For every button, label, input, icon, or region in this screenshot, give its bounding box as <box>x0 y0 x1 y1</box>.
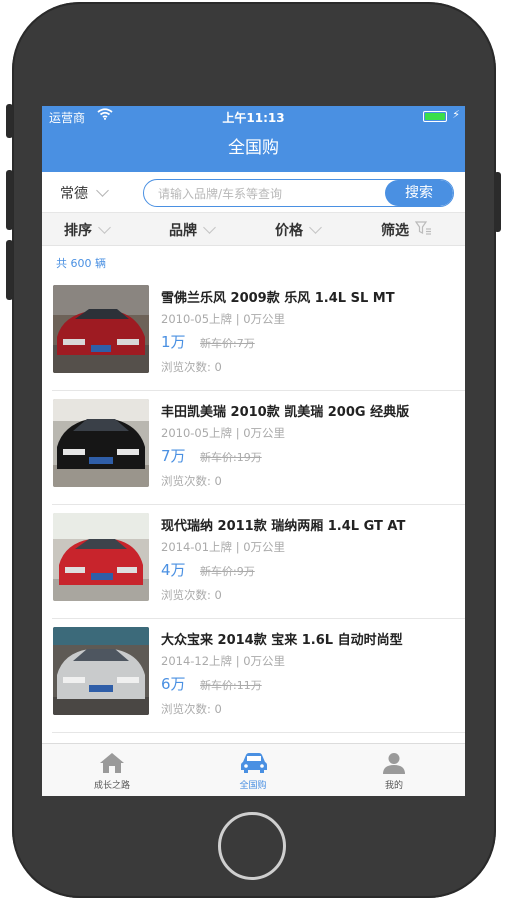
nav-bar: 全国购 <box>42 126 465 172</box>
tab-growth-path[interactable]: 成长之路 <box>42 744 182 796</box>
listing-title: 现代瑞纳 2011款 瑞纳两厢 1.4L GT AT <box>161 519 406 534</box>
volume-down-button <box>6 240 13 300</box>
chevron-down-icon <box>203 221 216 234</box>
mute-switch <box>6 104 13 138</box>
home-icon <box>100 753 124 773</box>
listing-price: 6万 <box>161 675 186 693</box>
listing-views: 浏览次数: 0 <box>161 588 222 602</box>
tab-mine[interactable]: 我的 <box>324 744 464 796</box>
charging-bolt-icon: ⚡ <box>452 108 460 121</box>
page-title: 全国购 <box>228 138 279 158</box>
filter-more-label: 筛选 <box>381 223 409 239</box>
car-photo <box>53 285 149 373</box>
listing-title: 雪佛兰乐风 2009款 乐风 1.4L SL MT <box>161 291 395 306</box>
battery-icon <box>423 111 447 122</box>
tab-bar: 成长之路 全国购 我的 <box>42 743 465 796</box>
listing-price: 7万 <box>161 447 186 465</box>
listing-meta: 2010-05上牌 | 0万公里 <box>161 312 286 326</box>
listing-price: 1万 <box>161 333 186 351</box>
city-selector[interactable]: 常德 <box>60 183 109 203</box>
listing-list: 雪佛兰乐风 2009款 乐风 1.4L SL MT 2010-05上牌 | 0万… <box>42 277 465 733</box>
filter-price[interactable]: 价格 <box>275 220 322 240</box>
list-item[interactable]: 雪佛兰乐风 2009款 乐风 1.4L SL MT 2010-05上牌 | 0万… <box>42 277 465 391</box>
tab-label: 全国购 <box>239 781 267 791</box>
filter-price-label: 价格 <box>275 223 303 239</box>
list-item[interactable]: 大众宝来 2014款 宝来 1.6L 自动时尚型 2014-12上牌 | 0万公… <box>42 619 465 733</box>
filter-brand[interactable]: 品牌 <box>169 220 216 240</box>
power-button <box>494 172 501 232</box>
listing-new-price: 新车价:19万 <box>200 451 262 464</box>
search-box: 搜索 <box>143 179 454 207</box>
filter-bar: 排序 品牌 价格 筛选 <box>42 213 465 246</box>
listing-title: 大众宝来 2014款 宝来 1.6L 自动时尚型 <box>161 633 403 648</box>
divider <box>52 732 465 733</box>
person-icon <box>383 753 405 774</box>
filter-more[interactable]: 筛选 <box>381 220 432 240</box>
car-photo <box>53 513 149 601</box>
filter-brand-label: 品牌 <box>169 223 197 239</box>
list-item[interactable]: 丰田凯美瑞 2010款 凯美瑞 200G 经典版 2010-05上牌 | 0万公… <box>42 391 465 505</box>
tab-label: 成长之路 <box>93 781 130 791</box>
tab-nationwide-buy[interactable]: 全国购 <box>183 744 323 796</box>
listing-new-price: 新车价:7万 <box>200 337 255 350</box>
tab-label: 我的 <box>384 781 403 791</box>
listing-title: 丰田凯美瑞 2010款 凯美瑞 200G 经典版 <box>161 405 410 420</box>
status-time: 上午11:13 <box>222 111 285 125</box>
chevron-down-icon <box>309 221 322 234</box>
city-label: 常德 <box>60 186 88 202</box>
listing-meta: 2010-05上牌 | 0万公里 <box>161 426 286 440</box>
search-input[interactable] <box>144 180 400 206</box>
status-bar: 运营商 上午11:13 ⚡ <box>42 106 465 126</box>
listing-new-price: 新车价:9万 <box>200 565 255 578</box>
listing-views: 浏览次数: 0 <box>161 360 222 374</box>
listing-new-price: 新车价:11万 <box>200 679 262 692</box>
volume-up-button <box>6 170 13 230</box>
listing-views: 浏览次数: 0 <box>161 474 222 488</box>
listing-meta: 2014-01上牌 | 0万公里 <box>161 540 286 554</box>
listing-meta: 2014-12上牌 | 0万公里 <box>161 654 286 668</box>
car-photo <box>53 399 149 487</box>
list-item[interactable]: 现代瑞纳 2011款 瑞纳两厢 1.4L GT AT 2014-01上牌 | 0… <box>42 505 465 619</box>
car-photo <box>53 627 149 715</box>
funnel-icon <box>414 221 432 239</box>
filter-sort-label: 排序 <box>64 223 92 239</box>
car-icon <box>241 753 267 773</box>
search-row: 常德 搜索 <box>42 172 465 213</box>
listing-views: 浏览次数: 0 <box>161 702 222 716</box>
home-button[interactable] <box>218 812 286 880</box>
chevron-down-icon <box>98 221 111 234</box>
app-screen: 运营商 上午11:13 ⚡ 全国购 常德 搜索 排序 品牌 <box>42 106 465 796</box>
result-count: 共 600 辆 <box>56 257 106 270</box>
search-button[interactable]: 搜索 <box>385 180 453 206</box>
chevron-down-icon <box>96 184 109 197</box>
filter-sort[interactable]: 排序 <box>64 220 111 240</box>
listing-price: 4万 <box>161 561 186 579</box>
